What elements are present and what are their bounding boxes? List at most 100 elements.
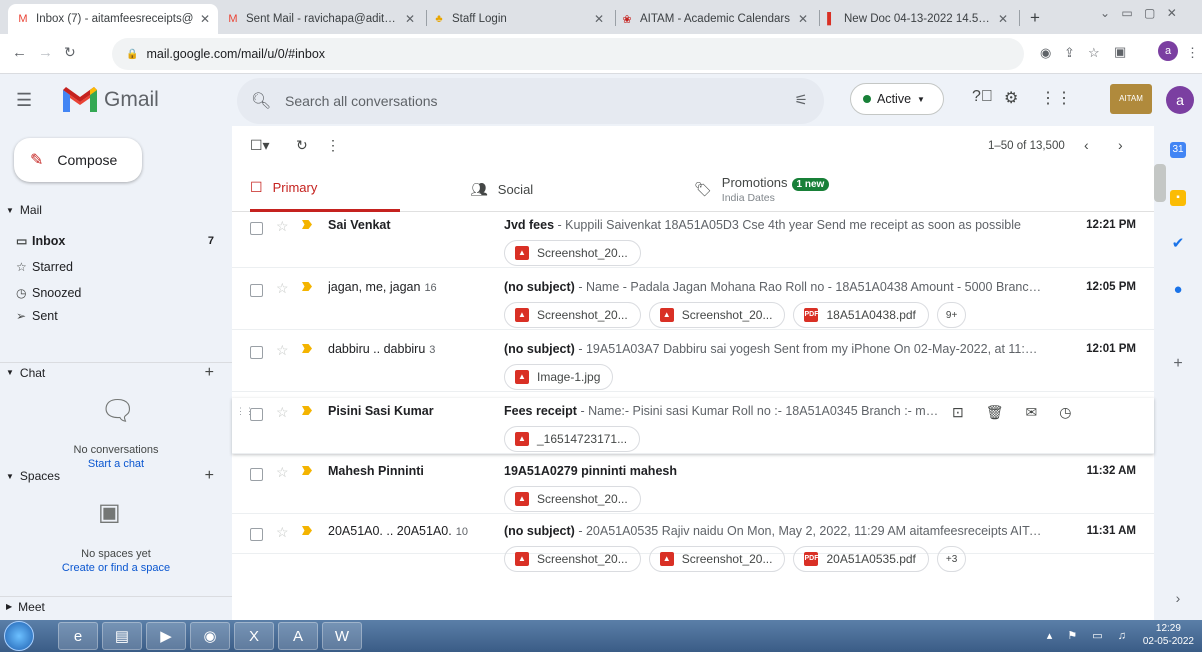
- search-input[interactable]: Search all conversations: [285, 93, 438, 109]
- browser-tab[interactable]: ❀ AITAM - Academic Calendars ✕: [612, 4, 816, 34]
- close-tab-icon[interactable]: ✕: [200, 12, 210, 26]
- keep-icon[interactable]: ▪: [1170, 190, 1186, 206]
- drag-handle-icon[interactable]: ⋮⋮: [236, 406, 254, 417]
- main-menu-icon[interactable]: ☰: [16, 90, 32, 111]
- new-tab-icon[interactable]: +: [1030, 8, 1040, 28]
- attachment-chip[interactable]: ▲ _16514723171...: [504, 426, 641, 452]
- bookmark-star-icon[interactable]: ☆: [1088, 45, 1100, 61]
- start-button[interactable]: [4, 621, 34, 651]
- word-icon[interactable]: W: [322, 622, 362, 650]
- attachment-chip[interactable]: ▲ Screenshot_20...: [504, 486, 641, 512]
- extension-icon[interactable]: ◉: [1040, 45, 1051, 61]
- help-icon[interactable]: ?⃝: [972, 88, 993, 106]
- settings-gear-icon[interactable]: ⚙: [1004, 88, 1018, 108]
- star-icon[interactable]: ☆: [276, 218, 289, 235]
- star-icon[interactable]: ☆: [276, 404, 289, 421]
- side-panel-icon[interactable]: ▣: [1114, 44, 1126, 60]
- importance-marker-icon[interactable]: [302, 526, 312, 535]
- forward-icon[interactable]: →: [38, 44, 53, 61]
- excel-icon[interactable]: X: [234, 622, 274, 650]
- browser-menu-icon[interactable]: ⋮: [1186, 45, 1199, 61]
- importance-marker-icon[interactable]: [302, 220, 312, 229]
- more-attachments-chip[interactable]: 9+: [936, 302, 967, 328]
- importance-marker-icon[interactable]: [302, 344, 312, 353]
- more-attachments-chip[interactable]: +3: [936, 546, 967, 572]
- email-row[interactable]: ☆ Sai Venkat Jvd fees - Kuppili Saivenkat …: [232, 212, 1154, 268]
- snooze-icon[interactable]: ◷: [1059, 404, 1071, 421]
- row-checkbox[interactable]: [250, 284, 263, 297]
- calendar-icon[interactable]: 31: [1170, 142, 1186, 158]
- create-space-link[interactable]: Create or find a space: [0, 562, 232, 574]
- internet-explorer-icon[interactable]: e: [58, 622, 98, 650]
- star-icon[interactable]: ☆: [276, 280, 289, 297]
- star-icon[interactable]: ☆: [276, 342, 289, 359]
- close-tab-icon[interactable]: ✕: [998, 12, 1008, 26]
- browser-tab[interactable]: M Sent Mail - ravichapa@adityat ✕: [218, 4, 423, 34]
- chat-section-header[interactable]: ▼ Chat +: [0, 362, 232, 382]
- attachment-chip[interactable]: ▲ Screenshot_20...: [504, 546, 641, 572]
- sidebar-item-starred[interactable]: ☆ Starred: [0, 256, 220, 278]
- add-addon-icon[interactable]: +: [1170, 356, 1186, 372]
- apps-grid-icon[interactable]: ⋮⋮: [1040, 88, 1072, 108]
- search-bar[interactable]: 🔍︎ Search all conversations ⚟: [237, 78, 824, 124]
- scrollbar[interactable]: [1154, 164, 1166, 202]
- tab-primary[interactable]: ☐ Primary: [250, 166, 400, 212]
- search-filter-icon[interactable]: ⚟: [795, 91, 808, 109]
- sidebar-item-snoozed[interactable]: ◷ Snoozed: [0, 282, 220, 304]
- select-all-checkbox[interactable]: ☐▾: [250, 137, 270, 154]
- compose-button[interactable]: ✎ Compose: [14, 138, 142, 182]
- archive-icon[interactable]: ⊡: [952, 404, 964, 421]
- row-checkbox[interactable]: [250, 468, 263, 481]
- system-tray-icons[interactable]: ▴ ⚑ ▭ ♫: [1047, 629, 1132, 642]
- importance-marker-icon[interactable]: [302, 466, 312, 475]
- file-explorer-icon[interactable]: ▤: [102, 622, 142, 650]
- row-checkbox[interactable]: [250, 528, 263, 541]
- row-checkbox[interactable]: [250, 222, 263, 235]
- url-input[interactable]: 🔒 mail.google.com/mail/u/0/#inbox: [112, 38, 1024, 70]
- contacts-icon[interactable]: ●: [1170, 282, 1186, 298]
- mark-read-icon[interactable]: ✉: [1026, 404, 1038, 421]
- search-icon[interactable]: 🔍︎: [251, 91, 271, 111]
- tasks-icon[interactable]: ✔: [1170, 236, 1186, 252]
- close-tab-icon[interactable]: ✕: [405, 12, 415, 26]
- system-clock[interactable]: 12:29 02-05-2022: [1143, 622, 1194, 648]
- attachment-chip[interactable]: ▲ Image-1.jpg: [504, 364, 614, 390]
- spaces-section-header[interactable]: ▼ Spaces +: [0, 466, 232, 486]
- tab-social[interactable]: 👥︎ Social: [470, 166, 533, 212]
- account-avatar[interactable]: a: [1166, 86, 1194, 114]
- tab-promotions[interactable]: 🏷︎ Promotions 1 new India Dates: [694, 166, 830, 212]
- attachment-chip[interactable]: ▲ Screenshot_20...: [504, 240, 641, 266]
- refresh-icon[interactable]: ↻: [296, 137, 308, 154]
- email-row[interactable]: ☆ dabbiru .. dabbiru 3 (no subject) - 19A51…: [232, 336, 1154, 392]
- mail-section-header[interactable]: ▼ Mail: [0, 200, 232, 220]
- email-row[interactable]: ☆ jagan, me, jagan 16 (no subject) - Name -…: [232, 274, 1154, 330]
- browser-profile-avatar[interactable]: a: [1158, 41, 1178, 61]
- delete-icon[interactable]: 🗑︎: [986, 404, 1004, 421]
- email-row[interactable]: ☆ Mahesh Pinninti 19A51A0279 pinninti mahe…: [232, 458, 1154, 514]
- acrobat-icon[interactable]: A: [278, 622, 318, 650]
- browser-tab[interactable]: ▌ New Doc 04-13-2022 14.57.pd ✕: [816, 4, 1016, 34]
- importance-marker-icon[interactable]: [302, 406, 312, 415]
- attachment-chip[interactable]: PDF 18A51A0438.pdf: [793, 302, 929, 328]
- browser-tab[interactable]: M Inbox (7) - aitamfeesreceipts@ ✕: [8, 4, 218, 34]
- media-player-icon[interactable]: ▶: [146, 622, 186, 650]
- reload-icon[interactable]: ↻: [64, 44, 76, 61]
- email-row[interactable]: ☆ 20A51A0. .. 20A51A0. 10 (no subject) - 20…: [232, 518, 1154, 572]
- sidebar-item-sent[interactable]: ➢ Sent: [0, 308, 220, 324]
- attachment-chip[interactable]: PDF 20A51A0535.pdf: [793, 546, 929, 572]
- add-chat-icon[interactable]: +: [205, 364, 214, 382]
- chrome-icon[interactable]: ◉: [190, 622, 230, 650]
- row-checkbox[interactable]: [250, 346, 263, 359]
- share-icon[interactable]: ⇪: [1064, 45, 1075, 61]
- browser-tab[interactable]: ♣ Staff Login ✕: [424, 4, 612, 34]
- close-tab-icon[interactable]: ✕: [594, 12, 604, 26]
- organization-logo[interactable]: AITAM: [1110, 84, 1152, 114]
- importance-marker-icon[interactable]: [302, 282, 312, 291]
- back-icon[interactable]: ←: [12, 44, 27, 61]
- attachment-chip[interactable]: ▲ Screenshot_20...: [504, 302, 641, 328]
- prev-page-icon[interactable]: ‹: [1084, 137, 1089, 153]
- star-icon[interactable]: ☆: [276, 524, 289, 541]
- attachment-chip[interactable]: ▲ Screenshot_20...: [648, 302, 786, 328]
- next-page-icon[interactable]: ›: [1118, 137, 1123, 153]
- sidebar-item-inbox[interactable]: ▭ Inbox 7: [0, 230, 220, 252]
